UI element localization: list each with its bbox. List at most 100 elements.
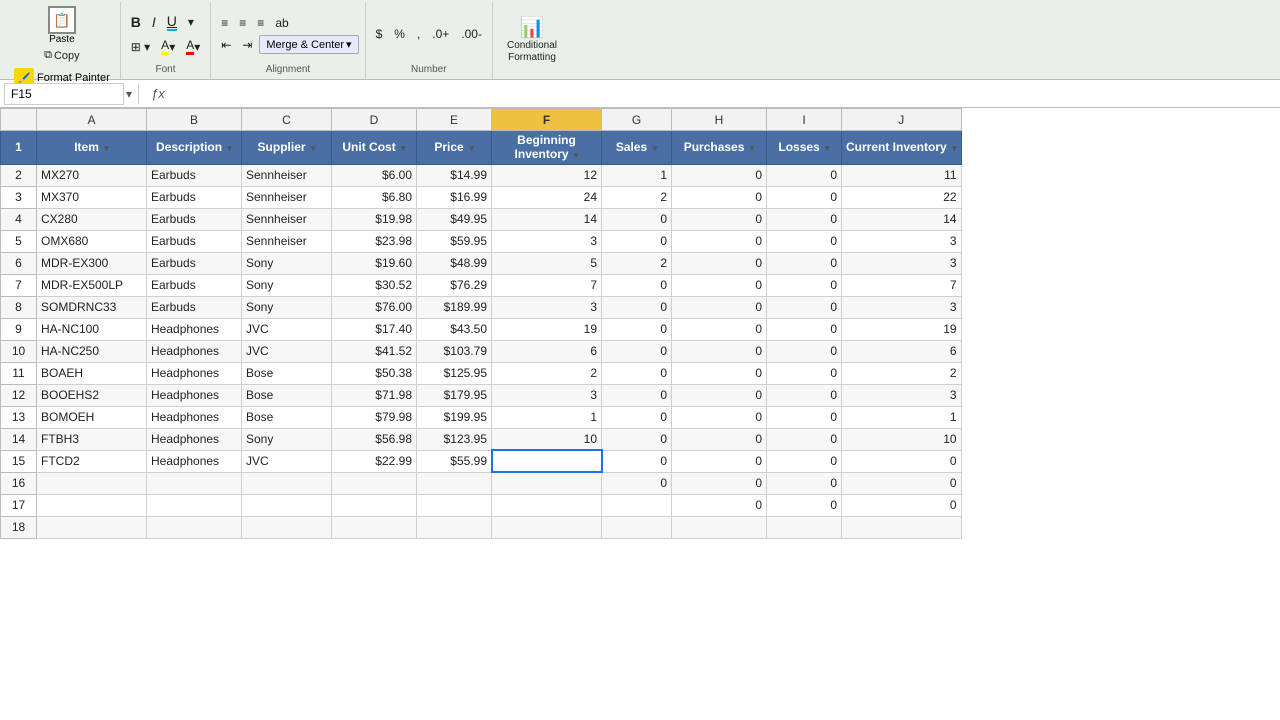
purchases-cell[interactable]: 0 [672, 450, 767, 472]
unit-cost-cell[interactable]: $22.99 [332, 450, 417, 472]
sales-cell[interactable]: 0 [602, 208, 672, 230]
col-header-J[interactable]: J [842, 109, 962, 131]
losses-cell[interactable]: 0 [767, 428, 842, 450]
item-cell[interactable]: MDR-EX500LP [37, 274, 147, 296]
supplier-cell[interactable] [242, 516, 332, 538]
align-right-button[interactable]: ≡ [253, 14, 268, 32]
description-cell[interactable]: Headphones [147, 362, 242, 384]
beg-inv-cell[interactable]: 24 [492, 186, 602, 208]
cur-inv-cell[interactable]: 7 [842, 274, 962, 296]
price-cell[interactable]: $123.95 [417, 428, 492, 450]
losses-cell[interactable]: 0 [767, 208, 842, 230]
item-cell[interactable]: CX280 [37, 208, 147, 230]
beg-inv-cell[interactable]: 6 [492, 340, 602, 362]
price-cell[interactable]: $16.99 [417, 186, 492, 208]
col-header-A[interactable]: A [37, 109, 147, 131]
supplier-cell[interactable]: Sony [242, 252, 332, 274]
losses-cell[interactable]: 0 [767, 450, 842, 472]
unit-cost-filter-icon[interactable]: ▾ [401, 143, 406, 153]
beg-inv-cell[interactable]: 3 [492, 384, 602, 406]
unit-cost-cell[interactable]: $56.98 [332, 428, 417, 450]
purchases-cell[interactable]: 0 [672, 208, 767, 230]
supplier-cell[interactable] [242, 494, 332, 516]
losses-cell[interactable] [767, 516, 842, 538]
cur-inv-cell[interactable] [842, 516, 962, 538]
price-cell[interactable]: $103.79 [417, 340, 492, 362]
supplier-cell[interactable] [242, 472, 332, 494]
item-cell[interactable]: MX370 [37, 186, 147, 208]
merge-dropdown[interactable]: ▾ [346, 38, 352, 51]
sales-cell[interactable]: 0 [602, 318, 672, 340]
description-cell[interactable] [147, 516, 242, 538]
header-losses[interactable]: Losses ▾ [767, 131, 842, 165]
header-sales[interactable]: Sales ▾ [602, 131, 672, 165]
supplier-filter-icon[interactable]: ▾ [311, 143, 316, 153]
supplier-cell[interactable]: Sennheiser [242, 164, 332, 186]
copy-button[interactable]: ⧉ Copy [10, 47, 114, 64]
losses-cell[interactable]: 0 [767, 296, 842, 318]
cur-inv-cell[interactable]: 19 [842, 318, 962, 340]
unit-cost-cell[interactable]: $30.52 [332, 274, 417, 296]
indent-increase-button[interactable]: ⇥ [238, 36, 256, 54]
cur-inv-cell[interactable]: 3 [842, 252, 962, 274]
item-cell[interactable] [37, 516, 147, 538]
price-cell[interactable]: $179.95 [417, 384, 492, 406]
cur-inv-cell[interactable]: 6 [842, 340, 962, 362]
beg-inv-cell[interactable]: 7 [492, 274, 602, 296]
losses-cell[interactable]: 0 [767, 252, 842, 274]
sales-cell[interactable]: 0 [602, 340, 672, 362]
beg-inv-cell[interactable]: 14 [492, 208, 602, 230]
beg-inv-cell[interactable] [492, 472, 602, 494]
description-cell[interactable]: Earbuds [147, 296, 242, 318]
losses-cell[interactable]: 0 [767, 318, 842, 340]
sales-cell[interactable] [602, 516, 672, 538]
losses-cell[interactable]: 0 [767, 472, 842, 494]
orientation-button[interactable]: ab [271, 14, 292, 32]
cur-inv-cell[interactable]: 3 [842, 230, 962, 252]
supplier-cell[interactable]: JVC [242, 340, 332, 362]
col-header-C[interactable]: C [242, 109, 332, 131]
beg-inv-cell[interactable]: 19 [492, 318, 602, 340]
description-cell[interactable] [147, 494, 242, 516]
supplier-cell[interactable]: JVC [242, 318, 332, 340]
description-cell[interactable] [147, 472, 242, 494]
item-cell[interactable] [37, 472, 147, 494]
item-cell[interactable]: BOMOEH [37, 406, 147, 428]
purchases-cell[interactable]: 0 [672, 296, 767, 318]
supplier-cell[interactable]: Bose [242, 384, 332, 406]
description-cell[interactable]: Headphones [147, 318, 242, 340]
cur-inv-cell[interactable]: 3 [842, 384, 962, 406]
description-cell[interactable]: Headphones [147, 406, 242, 428]
unit-cost-cell[interactable]: $79.98 [332, 406, 417, 428]
percent-button[interactable]: % [390, 25, 409, 43]
description-cell[interactable]: Earbuds [147, 186, 242, 208]
cur-inv-cell[interactable]: 0 [842, 450, 962, 472]
beg-inv-cell[interactable] [492, 516, 602, 538]
cur-inv-filter-icon[interactable]: ▾ [952, 143, 957, 153]
description-cell[interactable]: Earbuds [147, 164, 242, 186]
cur-inv-cell[interactable]: 22 [842, 186, 962, 208]
beg-inv-cell[interactable] [492, 494, 602, 516]
unit-cost-cell[interactable]: $19.60 [332, 252, 417, 274]
losses-cell[interactable]: 0 [767, 340, 842, 362]
cur-inv-cell[interactable]: 14 [842, 208, 962, 230]
purchases-filter-icon[interactable]: ▾ [750, 143, 755, 153]
losses-cell[interactable]: 0 [767, 274, 842, 296]
price-cell[interactable]: $49.95 [417, 208, 492, 230]
item-filter-icon[interactable]: ▾ [104, 143, 109, 153]
unit-cost-cell[interactable] [332, 494, 417, 516]
item-cell[interactable]: BOOEHS2 [37, 384, 147, 406]
supplier-cell[interactable]: Sennheiser [242, 186, 332, 208]
purchases-cell[interactable]: 0 [672, 406, 767, 428]
cur-inv-cell[interactable]: 0 [842, 494, 962, 516]
purchases-cell[interactable]: 0 [672, 186, 767, 208]
sales-cell[interactable]: 0 [602, 274, 672, 296]
beg-inv-cell[interactable]: 12 [492, 164, 602, 186]
align-center-button[interactable]: ≡ [235, 14, 250, 32]
purchases-cell[interactable]: 0 [672, 428, 767, 450]
supplier-cell[interactable]: Bose [242, 362, 332, 384]
losses-cell[interactable]: 0 [767, 230, 842, 252]
description-cell[interactable]: Headphones [147, 428, 242, 450]
cur-inv-cell[interactable]: 3 [842, 296, 962, 318]
cur-inv-cell[interactable]: 0 [842, 472, 962, 494]
